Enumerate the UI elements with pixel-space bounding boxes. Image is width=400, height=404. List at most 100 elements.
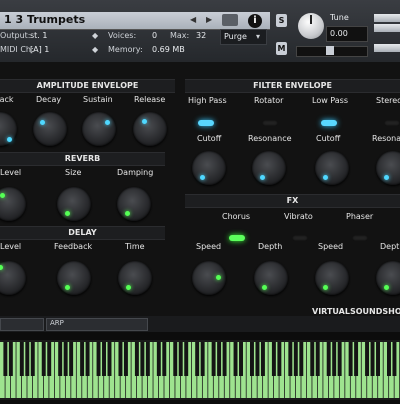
script-tab[interactable] bbox=[0, 318, 44, 331]
black-key[interactable] bbox=[332, 342, 337, 376]
black-key[interactable] bbox=[211, 342, 216, 376]
next-instrument-icon[interactable]: ▶ bbox=[206, 15, 212, 24]
pan-slider-handle[interactable] bbox=[326, 46, 334, 55]
black-key[interactable] bbox=[354, 342, 359, 376]
black-key[interactable] bbox=[3, 342, 8, 376]
hp-cutoff-knob[interactable] bbox=[192, 151, 226, 185]
black-key[interactable] bbox=[310, 342, 315, 376]
black-key[interactable] bbox=[85, 342, 90, 376]
delay-feedback-knob[interactable] bbox=[57, 261, 91, 295]
reverb-size-label: Size bbox=[65, 168, 82, 177]
camera-icon[interactable] bbox=[222, 14, 238, 26]
delay-level-label: Level bbox=[0, 242, 22, 251]
release-knob[interactable] bbox=[133, 112, 167, 146]
black-key[interactable] bbox=[63, 342, 68, 376]
instrument-title[interactable]: 1 3 Trumpets bbox=[4, 13, 85, 26]
info-icon[interactable]: i bbox=[248, 14, 262, 28]
black-key[interactable] bbox=[140, 342, 145, 376]
black-key[interactable] bbox=[299, 342, 304, 376]
black-key[interactable] bbox=[19, 342, 24, 376]
black-key[interactable] bbox=[156, 342, 161, 376]
reverb-size-knob[interactable] bbox=[57, 187, 91, 221]
decay-knob[interactable] bbox=[33, 112, 67, 146]
piano-keyboard[interactable] bbox=[0, 340, 400, 400]
phaser-toggle[interactable] bbox=[352, 235, 368, 241]
black-key[interactable] bbox=[255, 342, 260, 376]
prev-instrument-icon[interactable]: ◀ bbox=[190, 15, 196, 24]
fx-speed-knob-2[interactable] bbox=[315, 261, 349, 295]
black-key[interactable] bbox=[41, 342, 46, 376]
black-key[interactable] bbox=[250, 342, 254, 376]
black-key[interactable] bbox=[348, 342, 353, 376]
black-key[interactable] bbox=[200, 342, 205, 376]
hp-resonance-knob[interactable] bbox=[252, 151, 286, 185]
chevron-icon[interactable]: ◆ bbox=[92, 31, 98, 40]
amplitude-envelope-title: AMPLITUDE ENVELOPE bbox=[36, 81, 139, 90]
max-voices-value[interactable]: 32 bbox=[196, 31, 206, 40]
black-key[interactable] bbox=[326, 342, 331, 376]
black-key[interactable] bbox=[118, 342, 123, 376]
black-key[interactable] bbox=[239, 342, 243, 376]
black-key[interactable] bbox=[107, 342, 112, 376]
reverb-damping-label: Damping bbox=[117, 168, 154, 177]
black-key[interactable] bbox=[222, 342, 227, 376]
memory-label: Memory: bbox=[108, 45, 143, 54]
black-key[interactable] bbox=[277, 342, 282, 376]
black-key[interactable] bbox=[260, 342, 265, 376]
black-key[interactable] bbox=[47, 342, 52, 376]
chorus-toggle[interactable] bbox=[229, 235, 245, 241]
keyboard-svg[interactable] bbox=[0, 340, 400, 400]
stereo-toggle[interactable] bbox=[384, 120, 400, 126]
black-key[interactable] bbox=[288, 342, 293, 376]
black-key[interactable] bbox=[387, 342, 391, 376]
low-pass-toggle[interactable] bbox=[321, 120, 337, 126]
chevron-icon[interactable]: ◆ bbox=[92, 45, 98, 54]
black-key[interactable] bbox=[80, 342, 85, 376]
black-key[interactable] bbox=[162, 342, 167, 376]
black-key[interactable] bbox=[145, 342, 150, 376]
black-key[interactable] bbox=[271, 342, 276, 376]
solo-button[interactable]: S bbox=[276, 14, 287, 27]
black-key[interactable] bbox=[173, 342, 178, 376]
cutoff-label: Cutoff bbox=[316, 134, 341, 143]
lp-cutoff-knob[interactable] bbox=[315, 151, 349, 185]
black-key[interactable] bbox=[134, 342, 139, 376]
black-key[interactable] bbox=[96, 342, 101, 376]
output-value[interactable]: st. 1 bbox=[30, 31, 47, 40]
volume-slider[interactable] bbox=[374, 44, 400, 52]
fx-speed-knob-1[interactable] bbox=[192, 261, 226, 295]
black-key[interactable] bbox=[370, 342, 375, 376]
black-key[interactable] bbox=[25, 342, 30, 376]
level-meter-right bbox=[374, 24, 400, 32]
vibrato-toggle[interactable] bbox=[292, 235, 308, 241]
mute-button[interactable]: M bbox=[276, 42, 287, 55]
black-key[interactable] bbox=[102, 342, 106, 376]
high-pass-toggle[interactable] bbox=[198, 120, 214, 126]
fx-depth-knob-1[interactable] bbox=[254, 261, 288, 295]
black-key[interactable] bbox=[293, 342, 298, 376]
black-key[interactable] bbox=[195, 342, 200, 376]
black-key[interactable] bbox=[217, 342, 222, 376]
black-key[interactable] bbox=[69, 342, 74, 376]
black-key[interactable] bbox=[123, 342, 128, 376]
max-voices-label: Max: bbox=[170, 31, 190, 40]
black-key[interactable] bbox=[376, 342, 380, 376]
phaser-label: Phaser bbox=[346, 212, 374, 221]
rotator-toggle[interactable] bbox=[262, 120, 278, 126]
black-key[interactable] bbox=[184, 342, 189, 376]
black-key[interactable] bbox=[58, 342, 63, 376]
tune-knob[interactable] bbox=[298, 13, 324, 39]
black-key[interactable] bbox=[365, 342, 370, 376]
black-key[interactable] bbox=[233, 342, 238, 376]
delay-time-knob[interactable] bbox=[118, 261, 152, 295]
reverb-damping-knob[interactable] bbox=[117, 187, 151, 221]
black-key[interactable] bbox=[30, 342, 35, 376]
midi-value[interactable]: [A] 1 bbox=[30, 45, 49, 54]
black-key[interactable] bbox=[178, 342, 183, 376]
black-key[interactable] bbox=[315, 342, 320, 376]
sustain-knob[interactable] bbox=[82, 112, 116, 146]
black-key[interactable] bbox=[392, 342, 397, 376]
black-key[interactable] bbox=[337, 342, 342, 376]
black-key[interactable] bbox=[8, 342, 13, 376]
vibrato-label: Vibrato bbox=[284, 212, 313, 221]
